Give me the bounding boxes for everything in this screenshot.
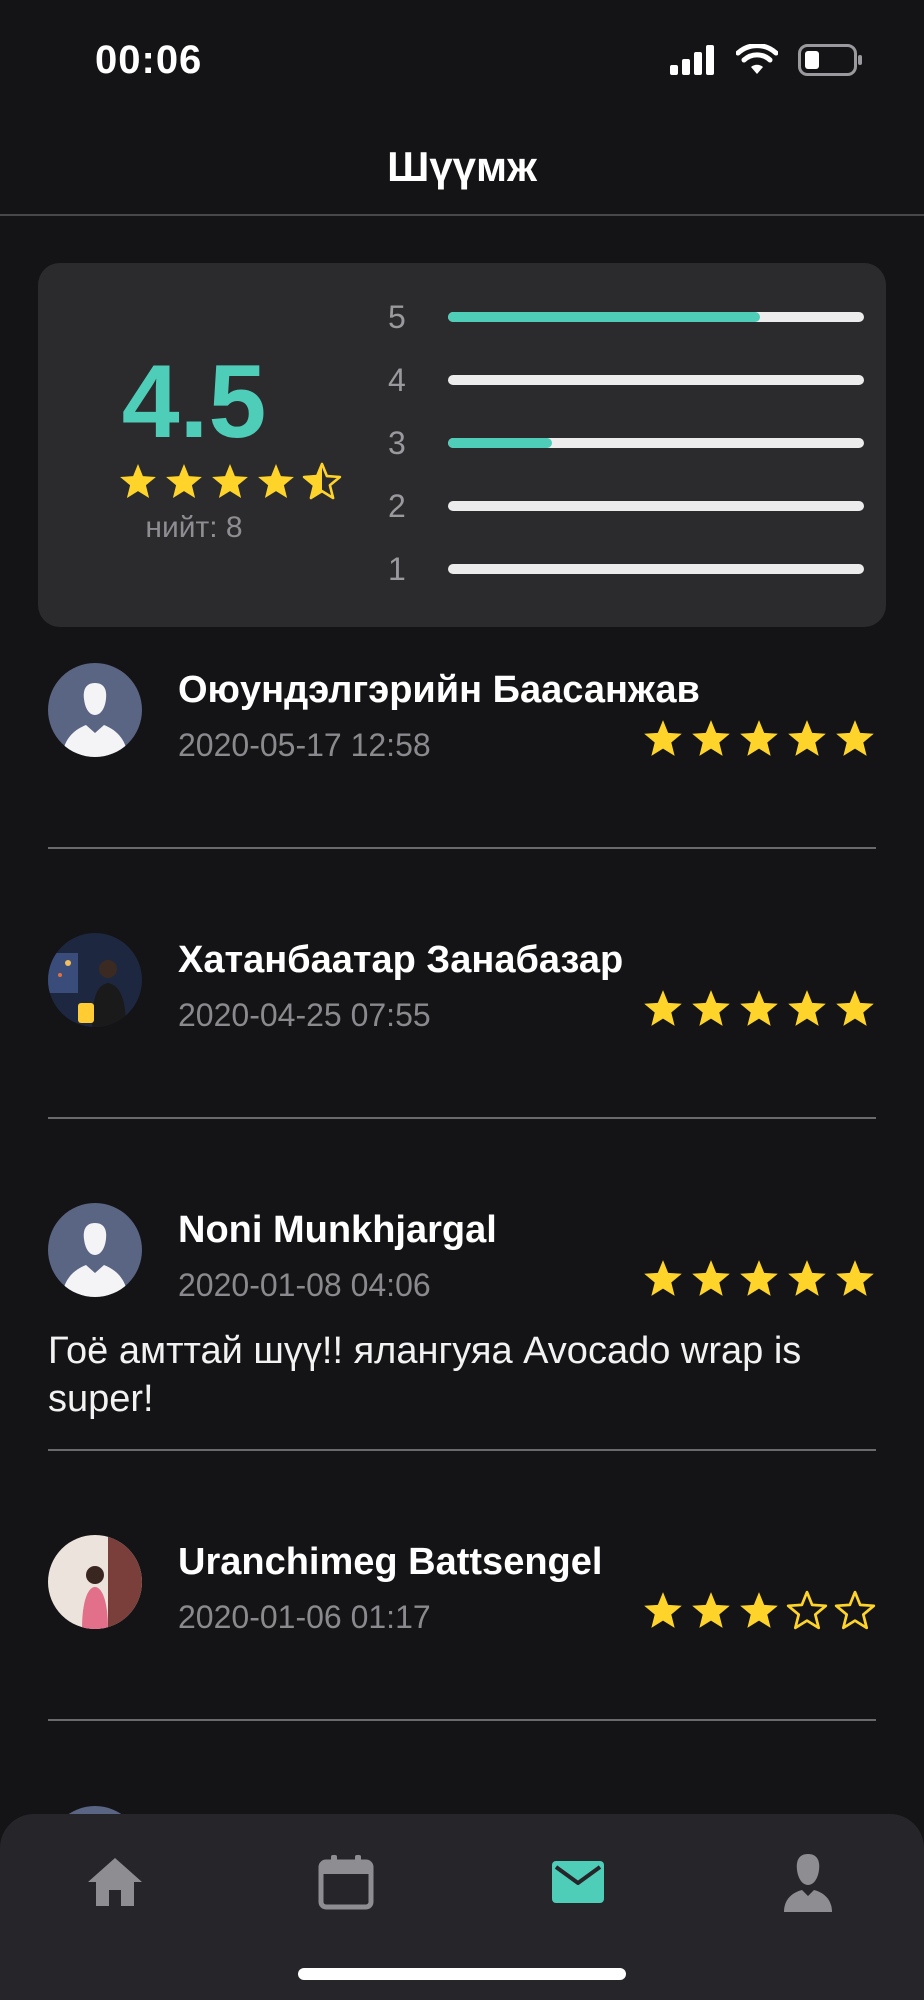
rating-bar-4: 4: [388, 360, 888, 400]
star-full-icon: [836, 990, 874, 1026]
review-stars: [642, 1257, 876, 1299]
star-full-icon: [692, 720, 730, 756]
review-stars: [642, 717, 876, 759]
tab-calendar[interactable]: [306, 1842, 386, 1922]
reviewer-name: Оюундэлгэрийн Баасанжав: [178, 669, 700, 711]
star-full-icon: [836, 720, 874, 756]
reviewer-name: Uranchimeg Battsengel: [178, 1541, 603, 1583]
rating-bar-2: 2: [388, 486, 888, 526]
star-full-icon: [644, 1592, 682, 1628]
status-bar: 00:06: [0, 0, 924, 120]
star-full-icon: [692, 1592, 730, 1628]
tab-profile[interactable]: [768, 1842, 848, 1922]
review-date: 2020-05-17 12:58: [178, 727, 431, 763]
avatar: [48, 933, 142, 1027]
rating-bar-track: [448, 438, 864, 448]
star-full-icon: [836, 1260, 874, 1296]
rating-bar-label: 3: [388, 424, 406, 461]
review-date: 2020-01-08 04:06: [178, 1267, 431, 1303]
review-stars: [642, 1589, 876, 1631]
star-full-icon: [644, 990, 682, 1026]
rating-bar-track: [448, 564, 864, 574]
signal-icon: [670, 45, 714, 75]
page-title: Шүүмж: [387, 143, 537, 190]
review-item[interactable]: Оюундэлгэрийн Баасанжав 2020-05-17 12:58: [48, 663, 876, 847]
star-full-icon: [166, 464, 202, 498]
divider: [48, 1719, 876, 1721]
star-full-icon: [644, 720, 682, 756]
review-count: нийт: 8: [145, 511, 243, 544]
tab-messages[interactable]: [538, 1842, 618, 1922]
avatar: [48, 663, 142, 757]
rating-bar-1: 1: [388, 549, 888, 589]
status-time: 00:06: [95, 38, 203, 82]
rating-summary-card: 4.5 нийт: 8 5 4 3 2 1: [38, 263, 886, 627]
rating-bar-track: [448, 501, 864, 511]
star-empty-icon: [834, 1590, 876, 1630]
battery-icon: [798, 44, 862, 76]
home-indicator: [298, 1968, 626, 1980]
review-comment: Гоё амттай шүү!! ялангуяа Avocado wrap i…: [48, 1330, 802, 1420]
star-full-icon: [258, 464, 294, 498]
avatar: [48, 1203, 142, 1297]
star-full-icon: [740, 1592, 778, 1628]
tab-home[interactable]: [75, 1842, 155, 1922]
divider: [48, 1117, 876, 1119]
star-full-icon: [692, 990, 730, 1026]
star-full-icon: [120, 464, 156, 498]
star-full-icon: [740, 720, 778, 756]
calendar-icon: [318, 1855, 374, 1910]
star-full-icon: [644, 1260, 682, 1296]
review-item[interactable]: Хатанбаатар Занабазар 2020-04-25 07:55: [48, 933, 876, 1117]
star-full-icon: [740, 990, 778, 1026]
user-icon: [784, 1854, 832, 1912]
review-item[interactable]: Uranchimeg Battsengel 2020-01-06 01:17: [48, 1535, 876, 1719]
rating-bar-track: [448, 375, 864, 385]
reviewer-name: Хатанбаатар Занабазар: [178, 939, 624, 981]
review-date: 2020-01-06 01:17: [178, 1599, 431, 1635]
rating-bar-label: 5: [388, 298, 406, 335]
star-full-icon: [692, 1260, 730, 1296]
rating-bar-3: 3: [388, 423, 888, 463]
rating-bar-label: 4: [388, 361, 406, 398]
review-item[interactable]: Noni Munkhjargal 2020-01-08 04:06 Гоё ам…: [48, 1203, 876, 1449]
reviewer-name: Noni Munkhjargal: [178, 1209, 497, 1251]
review-stars: [642, 987, 876, 1029]
rating-bar-label: 1: [388, 550, 406, 587]
wifi-icon: [736, 44, 778, 74]
star-half-icon: [302, 462, 342, 500]
rating-bar-fill: [448, 438, 552, 448]
mail-icon: [552, 1861, 604, 1903]
status-icons: [670, 44, 864, 76]
review-date: 2020-04-25 07:55: [178, 997, 431, 1033]
rating-bar-track: [448, 312, 864, 322]
home-icon: [88, 1858, 142, 1906]
star-full-icon: [788, 1260, 826, 1296]
divider: [48, 1449, 876, 1451]
average-rating: 4.5: [121, 344, 267, 460]
header: Шүүмж: [0, 120, 924, 216]
avatar: [48, 1535, 142, 1629]
star-full-icon: [212, 464, 248, 498]
divider: [48, 847, 876, 849]
star-full-icon: [788, 720, 826, 756]
star-empty-icon: [786, 1590, 828, 1630]
rating-bar-label: 2: [388, 487, 406, 524]
star-full-icon: [740, 1260, 778, 1296]
rating-bar-fill: [448, 312, 760, 322]
rating-bar-5: 5: [388, 297, 888, 337]
average-stars: [118, 461, 342, 501]
star-full-icon: [788, 990, 826, 1026]
